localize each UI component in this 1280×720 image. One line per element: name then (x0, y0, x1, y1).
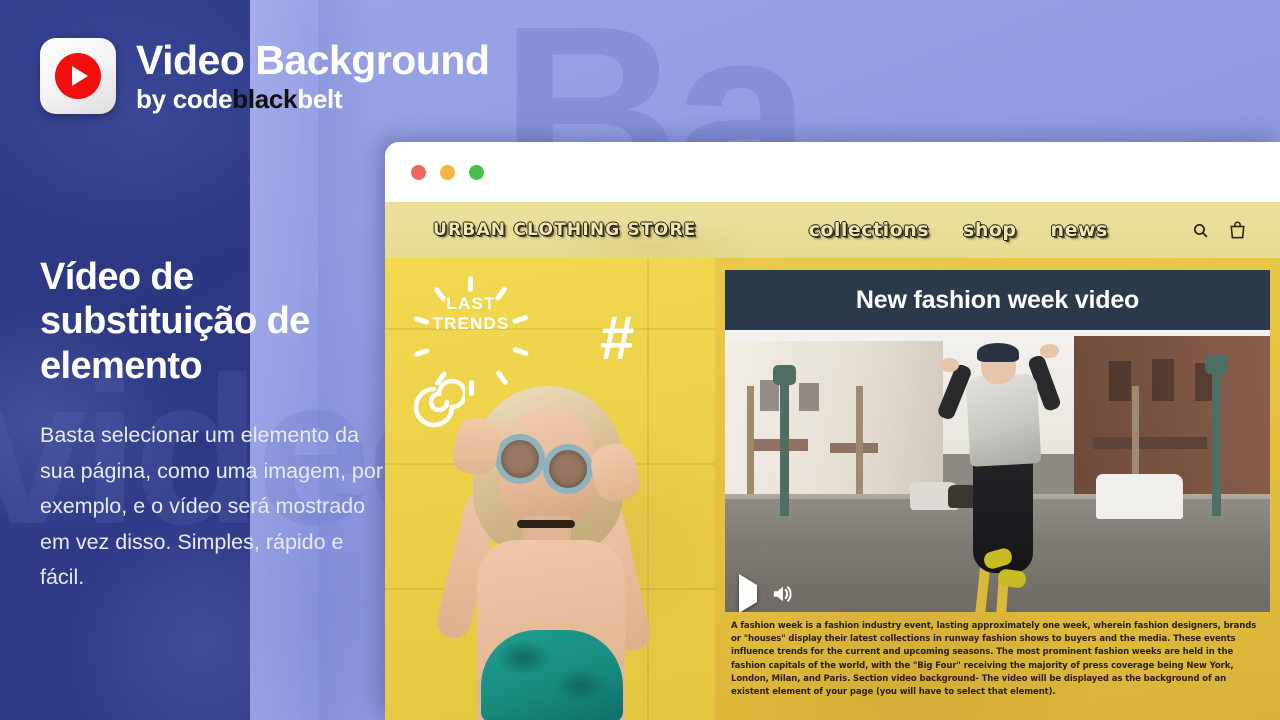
brand-code: code (172, 84, 233, 114)
promo-body-text: Basta selecionar um elemento da sua pági… (40, 423, 383, 590)
nav-link-collections[interactable]: collections (809, 219, 929, 241)
site-navbar: URBAN CLOTHING STORE collections shop ne… (385, 202, 1280, 258)
skater-cap (977, 342, 1019, 363)
maximize-window-button[interactable] (469, 164, 484, 180)
video-article: New fashion week video A fashion week is… (715, 258, 1280, 720)
logo-play-circle (55, 53, 101, 99)
hashtag-decoration: # (600, 304, 635, 373)
brand-black: black (232, 84, 298, 114)
scene-lamppost (772, 364, 796, 517)
skater-torso (965, 373, 1041, 468)
search-icon[interactable] (1192, 222, 1209, 239)
video-title: New fashion week video (725, 270, 1270, 330)
last-trends-badge: LAST TRENDS (415, 294, 527, 333)
sunglasses-right-lens (543, 444, 593, 494)
logo-play-triangle (72, 66, 88, 86)
badge-line-2: TRENDS (432, 313, 510, 333)
promo-heading: Vídeo de substituição de elemento (40, 256, 310, 387)
nav-link-news[interactable]: news (1051, 219, 1108, 241)
brand-belt: belt (297, 84, 343, 114)
site-brand[interactable]: URBAN CLOTHING STORE (433, 220, 697, 240)
skater-fist (1040, 344, 1059, 359)
skater-fist (940, 358, 959, 373)
byline-by: by (136, 84, 166, 114)
nav-link-shop[interactable]: shop (963, 219, 1017, 241)
page-title: Video Background (136, 37, 490, 83)
promo-copy: Vídeo de substituição de elemento Basta … (40, 255, 385, 596)
nav-links: collections shop news (809, 219, 1108, 241)
header-text-block: Video Background by codeblackbelt (136, 37, 490, 113)
scene-tree (746, 386, 754, 500)
byline: by codeblackbelt (136, 86, 489, 112)
app-header: Video Background by codeblackbelt (40, 37, 490, 114)
scene-lamppost (1204, 353, 1228, 517)
sunglasses-left-lens (495, 434, 545, 484)
site-body: LAST TRENDS # New fashion week video A f… (385, 258, 1280, 720)
scene-tree (855, 386, 863, 500)
badge-line-1: LAST (446, 294, 496, 313)
play-button-icon (40, 38, 116, 114)
volume-icon[interactable] (771, 584, 793, 604)
scene-van (1095, 473, 1183, 519)
browser-titlebar (385, 142, 1280, 202)
spiral-icon (413, 378, 465, 428)
model-choker (517, 520, 575, 528)
hero-photo: LAST TRENDS # (385, 258, 715, 720)
browser-window: URBAN CLOTHING STORE collections shop ne… (385, 142, 1280, 720)
close-window-button[interactable] (411, 164, 426, 180)
video-description: A fashion week is a fashion industry eve… (731, 621, 1257, 697)
minimize-window-button[interactable] (440, 164, 455, 180)
video-controls (739, 574, 793, 612)
play-icon[interactable] (739, 574, 757, 612)
nav-icons (1192, 221, 1246, 239)
model-crop-top (481, 630, 623, 720)
shopping-bag-icon[interactable] (1229, 221, 1246, 239)
video-player[interactable] (725, 330, 1270, 612)
